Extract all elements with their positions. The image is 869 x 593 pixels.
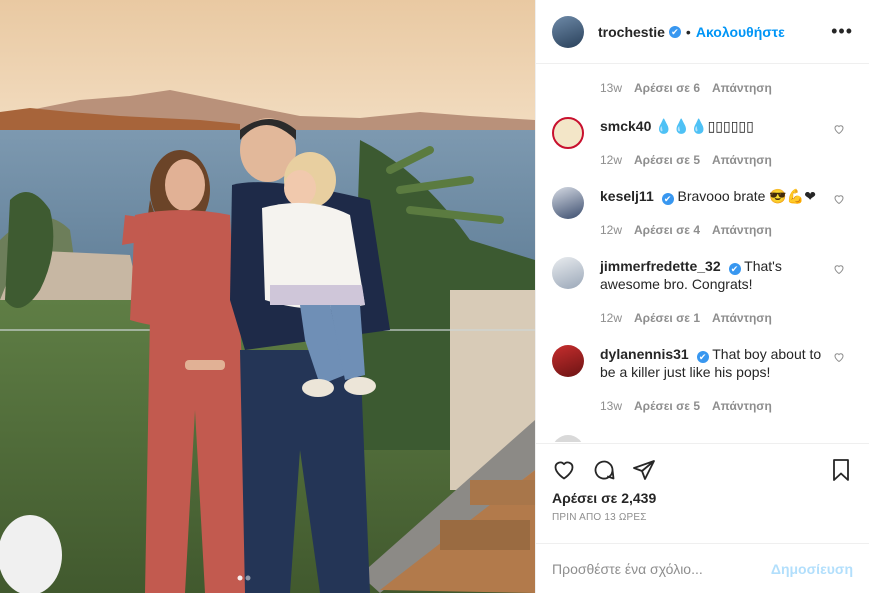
follow-button[interactable]: Ακολουθήστε	[696, 24, 785, 40]
comment-likes[interactable]: Αρέσει σε 5	[634, 151, 700, 169]
comment-time: 13w	[600, 81, 623, 95]
verified-badge-icon: ✔	[728, 263, 741, 275]
header-separator: •	[685, 23, 691, 40]
family-photo-image	[0, 0, 535, 593]
heart-icon[interactable]	[552, 458, 576, 482]
comment-likes[interactable]: Αρέσει σε 5	[634, 397, 700, 415]
avatar[interactable]	[552, 117, 584, 149]
comment-likes[interactable]: Αρέσει σε 6	[634, 81, 700, 95]
reply-button[interactable]: Απάντηση	[712, 397, 772, 415]
reply-button[interactable]: Απάντηση	[712, 309, 772, 327]
comment-icon[interactable]	[592, 458, 616, 482]
post-author-username[interactable]: trochestie	[598, 24, 665, 40]
reply-button[interactable]: Απάντηση	[712, 221, 772, 239]
avatar[interactable]	[552, 435, 584, 442]
avatar[interactable]	[552, 15, 584, 48]
avatar[interactable]	[552, 187, 584, 219]
post-header: trochestie ✔ • Ακολουθήστε •••	[536, 0, 869, 64]
comment-time: 12w	[600, 311, 623, 325]
post-timestamp: ΠΡΙΝ ΑΠΟ 13 ΩΡΕΣ	[552, 512, 647, 523]
share-icon[interactable]	[632, 458, 656, 482]
avatar[interactable]	[552, 257, 584, 289]
add-comment-bar: Προσθέστε ένα σχόλιο... Δημοσίευση	[536, 543, 869, 593]
like-comment-heart-icon[interactable]	[833, 193, 845, 205]
comment-username[interactable]: dylanennis31	[600, 346, 689, 362]
post-photo[interactable]	[0, 0, 535, 593]
comment-text: Bravooo brate 😎💪❤	[677, 188, 816, 204]
comment-item: jimmerfredette_32 ✔ That's awesome bro. …	[552, 257, 853, 327]
comment-likes[interactable]: Αρέσει σε 4	[634, 221, 700, 239]
comment-item-partial	[552, 435, 853, 442]
verified-badge-icon: ✔	[668, 25, 681, 38]
likes-count[interactable]: Αρέσει σε 2,439	[552, 490, 853, 506]
more-options-icon[interactable]: •••	[831, 21, 853, 42]
bookmark-icon[interactable]	[829, 458, 853, 482]
post-comment-button[interactable]: Δημοσίευση	[771, 561, 853, 577]
comments-list[interactable]: 13w Αρέσει σε 6 Απάντηση smck40 💧💧💧▯▯▯▯▯…	[536, 65, 869, 442]
comment-item: dylanennis31 ✔ That boy about to be a ki…	[552, 345, 853, 415]
comment-time: 13w	[600, 399, 623, 413]
comment-item: keselj11 ✔ Bravooo brate 😎💪❤ 12w Αρέσει …	[552, 187, 853, 239]
post-actions: Αρέσει σε 2,439 ΠΡΙΝ ΑΠΟ 13 ΩΡΕΣ	[536, 443, 869, 523]
like-comment-heart-icon[interactable]	[833, 123, 845, 135]
comment-time: 12w	[600, 223, 623, 237]
reply-button[interactable]: Απάντηση	[712, 151, 772, 169]
comment-likes[interactable]: Αρέσει σε 1	[634, 309, 700, 327]
comment-username[interactable]: smck40	[600, 118, 651, 134]
comment-item: smck40 💧💧💧▯▯▯▯▯▯ 12w Αρέσει σε 5 Απάντησ…	[552, 117, 853, 169]
post-side-panel: trochestie ✔ • Ακολουθήστε ••• 13w Αρέσε…	[535, 0, 869, 593]
comment-item: 13w Αρέσει σε 6 Απάντηση	[552, 81, 853, 95]
comment-username[interactable]: jimmerfredette_32	[600, 258, 721, 274]
reply-button[interactable]: Απάντηση	[712, 81, 772, 95]
like-comment-heart-icon[interactable]	[833, 263, 845, 275]
like-comment-heart-icon[interactable]	[833, 351, 845, 363]
comment-username[interactable]: keselj11	[600, 188, 654, 204]
comment-time: 12w	[600, 153, 623, 167]
verified-badge-icon: ✔	[661, 193, 674, 205]
verified-badge-icon: ✔	[696, 351, 709, 363]
avatar[interactable]	[552, 345, 584, 377]
comment-input[interactable]: Προσθέστε ένα σχόλιο...	[552, 561, 703, 577]
comment-text: 💧💧💧▯▯▯▯▯▯	[655, 118, 754, 134]
